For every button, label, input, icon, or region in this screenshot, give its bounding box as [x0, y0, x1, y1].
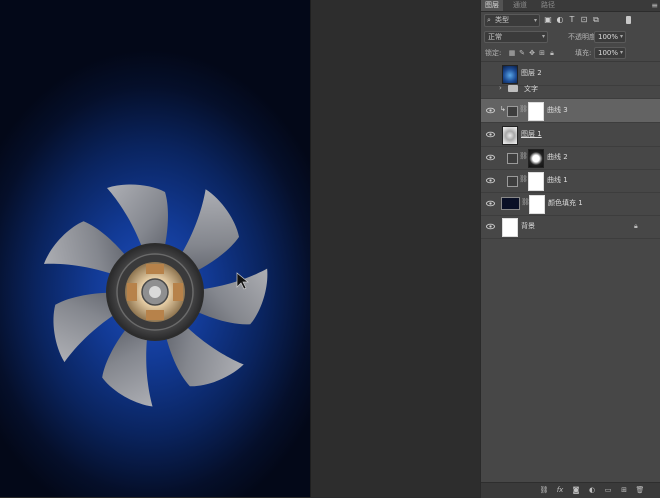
folder-icon	[508, 85, 518, 92]
add-mask-icon[interactable]: ◙	[571, 485, 581, 496]
lock-icon: 🔒︎	[634, 222, 638, 230]
link-icon[interactable]: ⛓	[519, 152, 528, 160]
opacity-value: 100%	[598, 33, 619, 41]
opacity-input[interactable]: 100% ▾	[594, 31, 626, 43]
filter-toggle[interactable]	[626, 16, 631, 24]
tab-paths[interactable]: 路径	[537, 0, 559, 11]
layer-row[interactable]: 背景 🔒︎	[481, 215, 660, 239]
eye-icon[interactable]	[486, 199, 495, 208]
link-icon[interactable]: ⛓	[519, 105, 528, 113]
layer-name[interactable]: 文字	[524, 80, 538, 98]
new-adjustment-icon[interactable]: ◐	[587, 485, 597, 496]
layer-name[interactable]: 曲线 2	[547, 146, 568, 169]
lock-artboard-icon[interactable]: ⊞	[538, 48, 546, 58]
eye-icon[interactable]	[486, 176, 495, 185]
blend-mode-value: 正常	[488, 33, 502, 41]
chevron-down-icon: ▾	[619, 33, 623, 40]
lock-position-icon[interactable]: ✥	[528, 48, 536, 58]
lock-transparent-icon[interactable]: ▦	[508, 48, 516, 58]
layer-filter-select[interactable]: ⌕ 类型 ▾	[484, 14, 540, 27]
layer-name[interactable]: 曲线 3	[547, 99, 568, 122]
layer-mask-thumbnail[interactable]	[528, 149, 544, 168]
lock-paint-icon[interactable]: ✎	[518, 48, 526, 58]
fill-value: 100%	[598, 49, 619, 57]
layer-row[interactable]: ⛓ 颜色填充 1	[481, 192, 660, 216]
delete-layer-icon[interactable]: 🗑︎	[635, 485, 645, 496]
curves-adjustment-icon	[507, 176, 518, 187]
fill-label: 填充:	[575, 49, 592, 57]
layer-name[interactable]: 曲线 1	[547, 169, 568, 192]
fan-hub	[106, 243, 204, 341]
fx-icon[interactable]: fx	[555, 485, 565, 496]
fan-artwork	[43, 184, 268, 407]
layers-panel-footer: ⛓ fx ◙ ◐ ▭ ⊞ 🗑︎	[481, 482, 660, 498]
curves-adjustment-icon	[507, 106, 518, 117]
search-icon: ⌕	[487, 16, 491, 24]
layer-row[interactable]: ⛓ 曲线 1	[481, 169, 660, 193]
curves-adjustment-icon	[507, 153, 518, 164]
tab-layers[interactable]: 图层	[481, 0, 503, 11]
layer-name[interactable]: 颜色填充 1	[548, 192, 583, 215]
blend-mode-select[interactable]: 正常 ▾	[484, 31, 548, 43]
layer-group-row[interactable]: › 文字	[481, 80, 660, 99]
link-icon[interactable]: ⛓	[519, 175, 528, 183]
layer-filter-value: 类型	[495, 16, 509, 24]
clipping-arrow-icon: ↳	[500, 105, 506, 113]
adjustment-filter-icon[interactable]: ◐	[555, 14, 565, 25]
layer-name[interactable]: 背景	[521, 215, 535, 238]
fill-input[interactable]: 100% ▾	[594, 47, 626, 59]
panel-tab-bar: 图层 通道 路径 ≡	[481, 0, 660, 12]
new-group-icon[interactable]: ▭	[603, 485, 613, 496]
layer-mask-thumbnail[interactable]	[528, 102, 544, 121]
lock-label: 锁定:	[485, 49, 502, 57]
eye-icon[interactable]	[486, 222, 495, 231]
chevron-down-icon: ▾	[619, 49, 623, 56]
tab-channels[interactable]: 通道	[509, 0, 531, 11]
document-canvas[interactable]	[0, 0, 310, 497]
chevron-down-icon: ▾	[541, 33, 545, 40]
layer-mask-thumbnail[interactable]	[529, 195, 545, 214]
pasteboard-area[interactable]	[310, 0, 481, 497]
eye-icon[interactable]	[486, 153, 495, 162]
layer-row[interactable]: ↳ ⛓ 曲线 3	[481, 99, 660, 123]
new-layer-icon[interactable]: ⊞	[619, 485, 629, 496]
type-filter-icon[interactable]: T	[567, 14, 577, 25]
shape-filter-icon[interactable]: ⊡	[579, 14, 589, 25]
layer-mask-thumbnail[interactable]	[528, 172, 544, 191]
layers-panel: 图层 通道 路径 ≡ ⌕ 类型 ▾ ▣ ◐ T ⊡ ⧉ 正常 ▾ 不透明度: 1…	[480, 0, 660, 498]
eye-icon[interactable]	[486, 130, 495, 139]
eye-icon[interactable]	[486, 106, 495, 115]
layer-row[interactable]: ⛓ 曲线 2	[481, 146, 660, 170]
image-filter-icon[interactable]: ▣	[543, 14, 553, 25]
chevron-down-icon: ▾	[533, 17, 537, 24]
layer-thumbnail	[502, 218, 518, 237]
chevron-right-icon[interactable]: ›	[499, 84, 502, 92]
layer-thumbnail	[502, 126, 518, 145]
layer-name[interactable]: 图层 1	[521, 123, 542, 146]
hamburger-icon[interactable]: ≡	[651, 0, 658, 11]
link-layers-icon[interactable]: ⛓	[539, 485, 549, 496]
smart-object-filter-icon[interactable]: ⧉	[591, 14, 601, 25]
lock-all-icon[interactable]: 🔒︎	[548, 48, 556, 58]
layer-row[interactable]: 图层 1	[481, 123, 660, 147]
fill-color-thumbnail[interactable]	[501, 197, 520, 210]
